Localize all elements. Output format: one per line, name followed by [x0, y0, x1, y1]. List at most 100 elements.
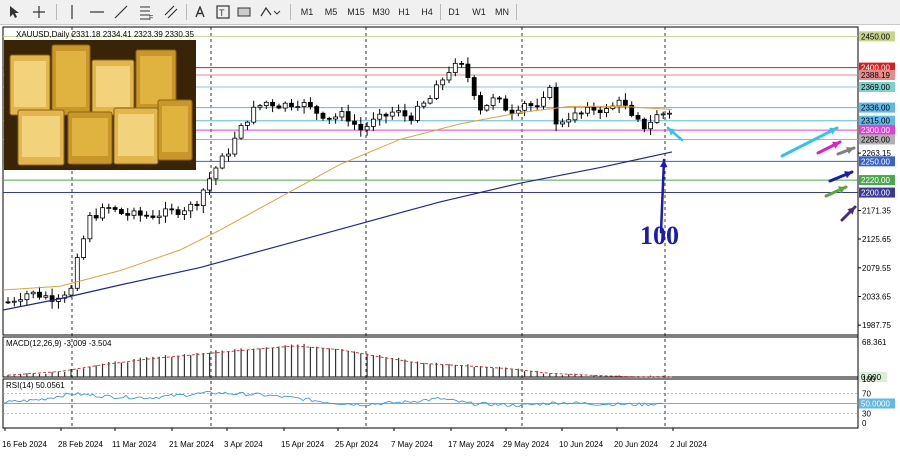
- candle[interactable]: [358, 123, 364, 131]
- candle[interactable]: [74, 257, 80, 289]
- candle[interactable]: [156, 215, 162, 218]
- candle[interactable]: [307, 102, 313, 107]
- timeframe-m1[interactable]: M1: [297, 3, 317, 21]
- candle[interactable]: [119, 209, 124, 214]
- candle[interactable]: [270, 101, 276, 107]
- candle[interactable]: [560, 121, 565, 125]
- vertical-line-icon[interactable]: [64, 3, 80, 21]
- candle[interactable]: [30, 291, 36, 295]
- candle[interactable]: [125, 213, 131, 216]
- shapes-icon[interactable]: [258, 3, 282, 21]
- candle[interactable]: [597, 109, 603, 113]
- candle[interactable]: [370, 118, 376, 127]
- candle[interactable]: [522, 103, 527, 111]
- candle[interactable]: [93, 215, 99, 219]
- candle[interactable]: [484, 105, 490, 111]
- candle[interactable]: [578, 112, 584, 115]
- candle[interactable]: [257, 105, 263, 108]
- candle[interactable]: [641, 118, 647, 130]
- candle[interactable]: [553, 87, 559, 125]
- timeframe-m15[interactable]: M15: [345, 3, 367, 21]
- candle[interactable]: [635, 115, 641, 120]
- timeframe-h1[interactable]: H1: [395, 3, 413, 21]
- candle[interactable]: [100, 207, 105, 219]
- candle[interactable]: [24, 293, 30, 301]
- candle[interactable]: [541, 97, 546, 107]
- candle[interactable]: [188, 203, 194, 212]
- candle[interactable]: [427, 98, 433, 104]
- candle[interactable]: [326, 117, 332, 120]
- candle[interactable]: [465, 63, 471, 78]
- candle[interactable]: [5, 301, 11, 304]
- candle[interactable]: [408, 115, 414, 121]
- candle[interactable]: [616, 99, 622, 107]
- candle[interactable]: [667, 112, 672, 115]
- candle[interactable]: [320, 112, 326, 119]
- candle[interactable]: [345, 111, 351, 122]
- candle[interactable]: [175, 209, 181, 215]
- candle[interactable]: [137, 210, 143, 216]
- chart-canvas[interactable]: 2263.152171.352125.652079.552033.651987.…: [0, 25, 900, 456]
- label-icon[interactable]: T: [214, 3, 232, 21]
- fibonacci-icon[interactable]: F: [138, 3, 156, 21]
- candle[interactable]: [352, 120, 357, 125]
- candle[interactable]: [276, 105, 282, 109]
- candle[interactable]: [534, 105, 540, 108]
- timeframe-w1[interactable]: W1: [470, 3, 488, 21]
- candle[interactable]: [200, 189, 206, 207]
- candle[interactable]: [43, 295, 49, 298]
- candle[interactable]: [623, 99, 628, 106]
- channel-icon[interactable]: [162, 3, 180, 21]
- candle[interactable]: [106, 207, 112, 209]
- candle[interactable]: [289, 102, 294, 108]
- candle[interactable]: [433, 84, 439, 99]
- candle[interactable]: [585, 106, 590, 114]
- candle[interactable]: [503, 98, 509, 111]
- crosshair-icon[interactable]: [30, 3, 48, 21]
- candle[interactable]: [194, 203, 200, 207]
- candle[interactable]: [68, 287, 74, 296]
- candle[interactable]: [591, 106, 597, 111]
- candle[interactable]: [396, 110, 402, 113]
- candle[interactable]: [244, 121, 250, 126]
- timeframe-mn[interactable]: MN: [492, 3, 512, 21]
- candle[interactable]: [163, 208, 168, 217]
- candle[interactable]: [282, 102, 288, 109]
- candle[interactable]: [301, 102, 307, 108]
- candle[interactable]: [648, 121, 653, 130]
- candle[interactable]: [496, 97, 502, 100]
- candle[interactable]: [459, 62, 465, 65]
- cursor-icon[interactable]: [6, 3, 24, 21]
- text-icon[interactable]: [192, 3, 208, 21]
- rectangle-icon[interactable]: [236, 3, 252, 21]
- candle[interactable]: [339, 111, 345, 118]
- candle[interactable]: [389, 111, 395, 117]
- candle[interactable]: [81, 238, 86, 258]
- candle[interactable]: [144, 214, 150, 217]
- timeframe-h4[interactable]: H4: [418, 3, 436, 21]
- candle[interactable]: [251, 106, 257, 123]
- candle[interactable]: [566, 119, 572, 123]
- horizontal-line-icon[interactable]: [88, 3, 106, 21]
- timeframe-m30[interactable]: M30: [370, 3, 392, 21]
- candle[interactable]: [131, 210, 137, 216]
- candle[interactable]: [415, 105, 420, 121]
- candle[interactable]: [547, 87, 553, 99]
- candle[interactable]: [509, 109, 515, 114]
- candle[interactable]: [528, 103, 534, 107]
- candle[interactable]: [402, 110, 408, 117]
- candle[interactable]: [87, 215, 93, 240]
- candle[interactable]: [112, 207, 118, 210]
- candle[interactable]: [452, 62, 458, 73]
- candle[interactable]: [226, 153, 231, 157]
- candle[interactable]: [11, 300, 17, 303]
- candle[interactable]: [440, 79, 446, 86]
- candle[interactable]: [377, 113, 383, 120]
- candle[interactable]: [471, 77, 477, 96]
- candle[interactable]: [572, 112, 578, 121]
- candle[interactable]: [660, 113, 666, 116]
- candle[interactable]: [383, 113, 389, 117]
- candle[interactable]: [654, 114, 660, 123]
- candle[interactable]: [213, 167, 219, 180]
- trendline-icon[interactable]: [112, 3, 130, 21]
